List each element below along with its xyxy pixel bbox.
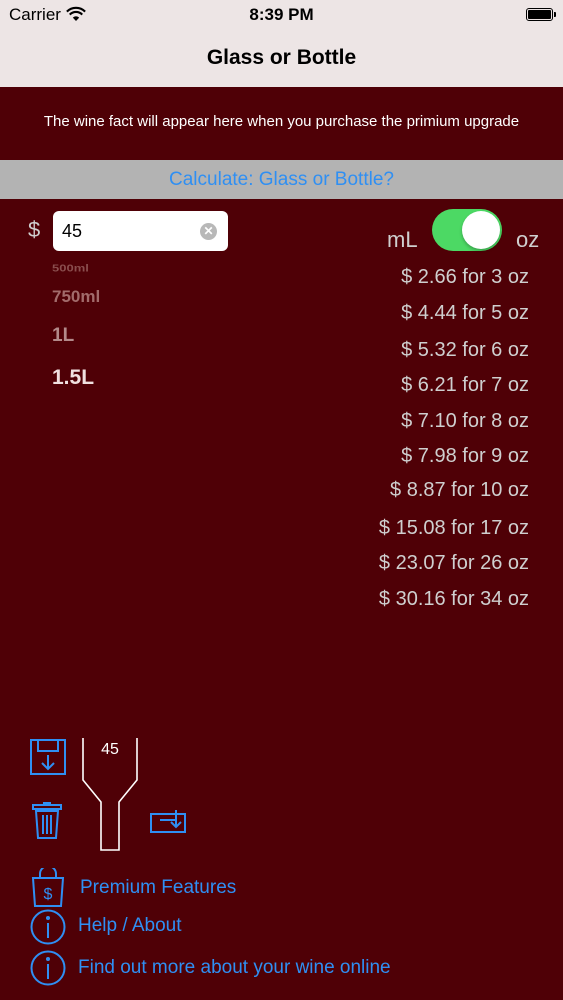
currency-label: $ [28,217,41,242]
picker-item-selected[interactable]: 1.5L [52,366,94,390]
result-row: $ 30.16 for 34 oz [378,588,529,610]
result-row: $ 15.08 for 17 oz [378,517,529,539]
svg-text:$: $ [44,886,53,903]
page-title: Glass or Bottle [206,46,357,69]
picker-item[interactable]: 500ml [52,262,89,274]
status-time: 8:39 PM [249,5,314,24]
calculate-button[interactable]: Calculate: Glass or Bottle? [0,160,563,199]
toggle-knob [462,211,500,249]
trash-icon[interactable] [32,802,62,840]
result-row: $ 7.10 for 8 oz [401,410,529,432]
result-row: $ 4.44 for 5 oz [401,302,529,324]
bottle-value: 45 [101,741,119,758]
help-about-link[interactable]: Help / About [78,915,182,937]
clear-input-icon[interactable]: ✕ [200,223,217,240]
unit-oz-label: oz [516,227,540,252]
price-input[interactable]: 45 ✕ [53,211,228,251]
result-row: $ 5.32 for 6 oz [401,339,529,361]
result-row: $ 2.66 for 3 oz [401,266,529,288]
calculate-button-label: Calculate: Glass or Bottle? [169,169,394,190]
unit-ml-label: mL [387,227,418,252]
info-icon[interactable] [30,950,66,986]
result-row: $ 23.07 for 26 oz [378,552,529,574]
result-row: $ 6.21 for 7 oz [401,374,529,396]
navigation-bar: Glass or Bottle [0,30,563,87]
wine-fact-text: The wine fact will appear here when you … [43,113,520,130]
info-icon[interactable] [30,909,66,945]
battery-icon [526,8,556,21]
result-row: $ 8.87 for 10 oz [390,479,529,501]
unit-toggle[interactable] [432,209,502,251]
wine-online-link[interactable]: Find out more about your wine online [78,957,391,979]
premium-features-link[interactable]: Premium Features [80,877,236,899]
load-icon[interactable] [150,808,188,836]
shopping-bag-dollar-icon[interactable]: $ [30,868,66,908]
price-value: 45 [62,221,83,241]
picker-item[interactable]: 750ml [52,287,100,307]
save-icon[interactable] [29,738,67,776]
picker-item[interactable]: 1L [52,325,74,347]
result-row: $ 7.98 for 9 oz [401,445,529,467]
status-bar: Carrier 8:39 PM [0,0,563,30]
